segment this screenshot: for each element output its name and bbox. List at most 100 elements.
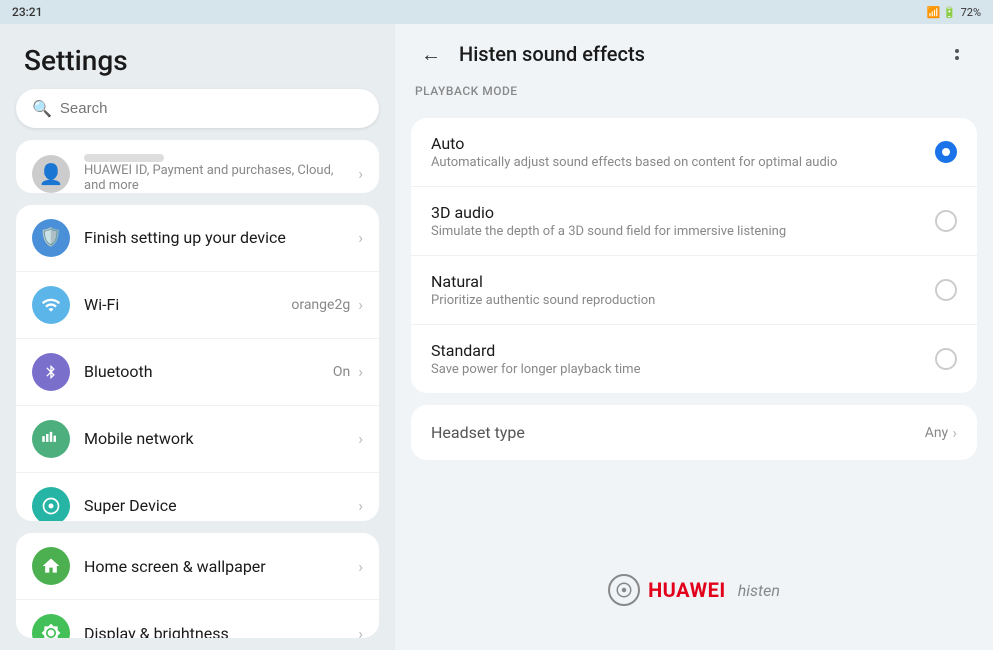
sidebar-item-home-screen[interactable]: Home screen & wallpaper ›: [16, 533, 379, 600]
super-device-content: Super Device: [84, 496, 344, 515]
right-header: ← Histen sound effects: [395, 24, 993, 80]
battery-level: 72%: [961, 6, 981, 19]
right-content: PLAYBACK MODE Auto Automatically adjust …: [395, 80, 993, 650]
bluetooth-value-row: On ›: [333, 362, 363, 381]
home-screen-label: Home screen & wallpaper: [84, 557, 344, 576]
mode-auto[interactable]: Auto Automatically adjust sound effects …: [411, 118, 977, 187]
chevron-icon: ›: [358, 164, 363, 183]
mode-auto-label: Auto: [431, 134, 923, 153]
mode-3d-audio[interactable]: 3D audio Simulate the depth of a 3D soun…: [411, 187, 977, 256]
sidebar-item-mobile-network[interactable]: Mobile network ›: [16, 406, 379, 473]
huawei-logo-icon: [608, 574, 640, 606]
mode-natural[interactable]: Natural Prioritize authentic sound repro…: [411, 256, 977, 325]
mode-3d-text: 3D audio Simulate the depth of a 3D soun…: [431, 203, 923, 239]
status-icons: 📶 🔋: [926, 6, 956, 19]
settings-panel: Settings 🔍 👤 HUAWEI ID, Payment and purc…: [0, 24, 395, 650]
user-content: HUAWEI ID, Payment and purchases, Cloud,…: [84, 154, 344, 193]
mobile-network-icon: [32, 420, 70, 458]
mode-standard-radio[interactable]: [935, 348, 957, 370]
mode-3d-desc: Simulate the depth of a 3D sound field f…: [431, 224, 923, 239]
display-label: Display & brightness: [84, 624, 344, 638]
wifi-label: Wi-Fi: [84, 295, 277, 314]
headset-type-value: Any: [925, 425, 949, 441]
histen-brand-name: histen: [738, 581, 780, 600]
finish-setup-content: Finish setting up your device: [84, 228, 344, 247]
wifi-value-row: orange2g ›: [291, 295, 363, 314]
display-icon: [32, 614, 70, 638]
mode-natural-desc: Prioritize authentic sound reproduction: [431, 293, 923, 308]
mode-auto-desc: Automatically adjust sound effects based…: [431, 155, 923, 170]
user-item[interactable]: 👤 HUAWEI ID, Payment and purchases, Clou…: [16, 140, 379, 193]
sidebar-item-wifi[interactable]: Wi-Fi orange2g ›: [16, 272, 379, 339]
headset-type-card: Headset type Any ›: [411, 405, 977, 460]
status-time: 23:21: [12, 5, 42, 19]
branding-area: HUAWEI histen: [411, 472, 977, 630]
mode-auto-radio[interactable]: [935, 141, 957, 163]
finish-setup-label: Finish setting up your device: [84, 228, 344, 247]
dot1: [955, 49, 959, 53]
chevron-icon: ›: [358, 295, 363, 314]
main-settings-card: 🛡️ Finish setting up your device › Wi-Fi: [16, 205, 379, 521]
headset-type-item[interactable]: Headset type Any ›: [411, 405, 977, 460]
avatar: 👤: [32, 155, 70, 193]
super-device-icon: [32, 487, 70, 521]
main-container: Settings 🔍 👤 HUAWEI ID, Payment and purc…: [0, 24, 993, 650]
wifi-value: orange2g: [291, 297, 350, 313]
page-title: Histen sound effects: [459, 42, 645, 66]
bluetooth-value: On: [333, 364, 350, 380]
bluetooth-icon: [32, 353, 70, 391]
right-panel: ← Histen sound effects PLAYBACK MODE Aut…: [395, 24, 993, 650]
section-label: PLAYBACK MODE: [411, 80, 977, 106]
status-right: 📶 🔋 72%: [926, 6, 981, 19]
mode-3d-label: 3D audio: [431, 203, 923, 222]
chevron-icon: ›: [358, 496, 363, 515]
finish-setup-icon: 🛡️: [32, 219, 70, 257]
home-screen-icon: [32, 547, 70, 585]
header-left: ← Histen sound effects: [415, 38, 645, 70]
chevron-icon: ›: [358, 362, 363, 381]
mode-auto-text: Auto Automatically adjust sound effects …: [431, 134, 923, 170]
chevron-icon: ›: [358, 624, 363, 638]
chevron-icon: ›: [358, 557, 363, 576]
sidebar-item-bluetooth[interactable]: Bluetooth On ›: [16, 339, 379, 406]
wifi-icon: [32, 286, 70, 324]
bluetooth-content: Bluetooth: [84, 362, 319, 381]
bluetooth-label: Bluetooth: [84, 362, 319, 381]
mode-natural-text: Natural Prioritize authentic sound repro…: [431, 272, 923, 308]
mode-natural-label: Natural: [431, 272, 923, 291]
chevron-icon: ›: [358, 228, 363, 247]
mobile-network-content: Mobile network: [84, 429, 344, 448]
huawei-brand: HUAWEI histen: [608, 574, 780, 606]
user-subtitle: HUAWEI ID, Payment and purchases, Cloud,…: [84, 163, 344, 193]
home-screen-content: Home screen & wallpaper: [84, 557, 344, 576]
mode-3d-radio[interactable]: [935, 210, 957, 232]
mode-standard-text: Standard Save power for longer playback …: [431, 341, 923, 377]
display-content: Display & brightness: [84, 624, 344, 638]
mode-natural-radio[interactable]: [935, 279, 957, 301]
wifi-content: Wi-Fi: [84, 295, 277, 314]
status-bar: 23:21 📶 🔋 72%: [0, 0, 993, 24]
mode-standard-desc: Save power for longer playback time: [431, 362, 923, 377]
back-button[interactable]: ←: [415, 38, 447, 70]
sidebar-item-finish-setup[interactable]: 🛡️ Finish setting up your device ›: [16, 205, 379, 272]
bottom-settings-card: Home screen & wallpaper › Display & brig…: [16, 533, 379, 638]
mode-standard[interactable]: Standard Save power for longer playback …: [411, 325, 977, 393]
super-device-label: Super Device: [84, 496, 344, 515]
settings-title: Settings: [0, 24, 395, 89]
playback-mode-card: Auto Automatically adjust sound effects …: [411, 118, 977, 393]
search-input[interactable]: [60, 100, 363, 117]
dot2: [955, 56, 959, 60]
sidebar-item-display[interactable]: Display & brightness ›: [16, 600, 379, 638]
user-card: 👤 HUAWEI ID, Payment and purchases, Clou…: [16, 140, 379, 193]
search-bar[interactable]: 🔍: [16, 89, 379, 128]
headset-type-label: Headset type: [431, 423, 925, 442]
sidebar-item-super-device[interactable]: Super Device ›: [16, 473, 379, 521]
mode-standard-label: Standard: [431, 341, 923, 360]
chevron-icon: ›: [358, 429, 363, 448]
chevron-icon: ›: [952, 423, 957, 442]
mobile-network-label: Mobile network: [84, 429, 344, 448]
more-options-button[interactable]: [941, 38, 973, 70]
huawei-brand-name: HUAWEI: [648, 578, 726, 602]
user-name-placeholder: [84, 154, 164, 162]
search-icon: 🔍: [32, 99, 52, 118]
